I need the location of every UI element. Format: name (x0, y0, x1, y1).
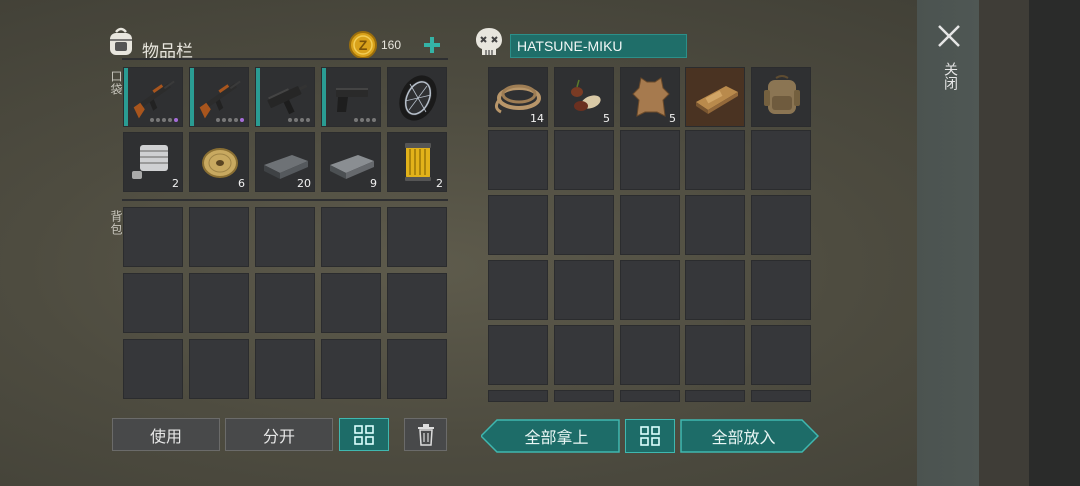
put-all-button[interactable]: 全部放入 (680, 419, 807, 453)
svg-text:Z: Z (359, 37, 368, 53)
backpack-item-icon (764, 75, 800, 114)
container-name-field[interactable]: HATSUNE-MIKU (510, 34, 687, 58)
container-slot-empty[interactable] (751, 195, 811, 255)
use-button[interactable]: 使用 (112, 418, 220, 451)
pocket-slot-10[interactable]: 2 (387, 132, 447, 192)
container-slot-empty[interactable] (620, 325, 680, 385)
container-slot-empty[interactable] (685, 325, 745, 385)
pocket-divider (122, 199, 448, 201)
container-slot-empty[interactable] (620, 390, 680, 402)
container-slot-4[interactable] (685, 67, 745, 127)
pocket-slot-5[interactable] (387, 67, 447, 127)
pocket-slot-9[interactable]: 9 (321, 132, 381, 192)
backpack-slot[interactable] (321, 207, 381, 267)
item-count: 2 (436, 177, 443, 190)
backpack-icon (110, 27, 132, 55)
container-slot-empty[interactable] (488, 390, 548, 402)
item-count: 2 (172, 177, 179, 190)
backpack-slot[interactable] (321, 339, 381, 399)
container-slot-empty[interactable] (488, 325, 548, 385)
take-all-button[interactable]: 全部拿上 (493, 419, 620, 453)
backpack-slot[interactable] (321, 273, 381, 333)
container-slot-empty[interactable] (488, 195, 548, 255)
container-slot-empty[interactable] (685, 195, 745, 255)
container-slot-2[interactable]: 5 (554, 67, 614, 127)
item-count: 6 (238, 177, 245, 190)
backpack-slot[interactable] (189, 273, 249, 333)
container-slot-empty[interactable] (554, 325, 614, 385)
backpack-slot[interactable] (255, 339, 315, 399)
coin-icon: Z (349, 31, 377, 59)
container-slot-empty[interactable] (488, 260, 548, 320)
container-slot-5[interactable] (751, 67, 811, 127)
container-slot-empty[interactable] (751, 130, 811, 190)
container-slot-empty[interactable] (685, 260, 745, 320)
backpack-slot[interactable] (255, 207, 315, 267)
skull-icon (476, 28, 502, 55)
left-header-divider (122, 58, 448, 60)
pocket-slot-8[interactable]: 20 (255, 132, 315, 192)
container-slot-empty[interactable] (488, 130, 548, 190)
pocket-slot-2[interactable] (189, 67, 249, 127)
container-slot-empty[interactable] (620, 260, 680, 320)
add-coins-icon[interactable] (423, 36, 441, 54)
item-count: 5 (603, 112, 610, 125)
item-count: 20 (297, 177, 311, 190)
rarity-dots (288, 118, 310, 122)
container-slot-empty[interactable] (685, 390, 745, 402)
backpack-slot[interactable] (387, 207, 447, 267)
pocket-slot-4[interactable] (321, 67, 381, 127)
container-slot-1[interactable]: 14 (488, 67, 548, 127)
sled-icon (696, 86, 738, 114)
rarity-dots (354, 118, 376, 122)
far-right-edge (1029, 0, 1080, 486)
item-count: 14 (530, 112, 544, 125)
rarity-dots (216, 118, 244, 122)
container-slot-empty[interactable] (751, 260, 811, 320)
trash-button[interactable] (404, 418, 447, 451)
rarity-dots (150, 118, 178, 122)
container-name-text: HATSUNE-MIKU (517, 38, 623, 54)
container-slot-empty[interactable] (751, 325, 811, 385)
right-edge (979, 0, 1029, 486)
grid-sort-icon (354, 424, 374, 445)
item-count: 9 (370, 177, 377, 190)
pocket-slot-1[interactable] (123, 67, 183, 127)
close-icon[interactable] (937, 24, 961, 48)
trash-icon (417, 423, 434, 446)
backpack-slot[interactable] (123, 339, 183, 399)
container-slot-empty[interactable] (554, 195, 614, 255)
pocket-slot-3[interactable] (255, 67, 315, 127)
container-slot-empty[interactable] (554, 130, 614, 190)
backpack-slot[interactable] (387, 273, 447, 333)
sort-inventory-button[interactable] (339, 418, 389, 451)
backpack-slot[interactable] (255, 273, 315, 333)
backpack-slot[interactable] (123, 207, 183, 267)
container-slot-empty[interactable] (620, 130, 680, 190)
backpack-slot[interactable] (123, 273, 183, 333)
pocket-slot-7[interactable]: 6 (189, 132, 249, 192)
pocket-slot-6[interactable]: 2 (123, 132, 183, 192)
close-label[interactable]: 关闭 (941, 62, 961, 90)
wheel-icon (399, 75, 437, 121)
backpack-slot[interactable] (387, 339, 447, 399)
container-slot-empty[interactable] (620, 195, 680, 255)
coin-count: 160 (381, 38, 402, 52)
container-slot-empty[interactable] (554, 390, 614, 402)
item-count: 5 (669, 112, 676, 125)
sort-container-button[interactable] (625, 419, 675, 453)
container-slot-empty[interactable] (751, 390, 811, 402)
container-slot-empty[interactable] (554, 260, 614, 320)
split-button[interactable]: 分开 (225, 418, 333, 451)
container-slot-empty[interactable] (685, 130, 745, 190)
backpack-slot[interactable] (189, 207, 249, 267)
container-slot-3[interactable]: 5 (620, 67, 680, 127)
backpack-slot[interactable] (189, 339, 249, 399)
grid-sort-icon (640, 426, 660, 446)
